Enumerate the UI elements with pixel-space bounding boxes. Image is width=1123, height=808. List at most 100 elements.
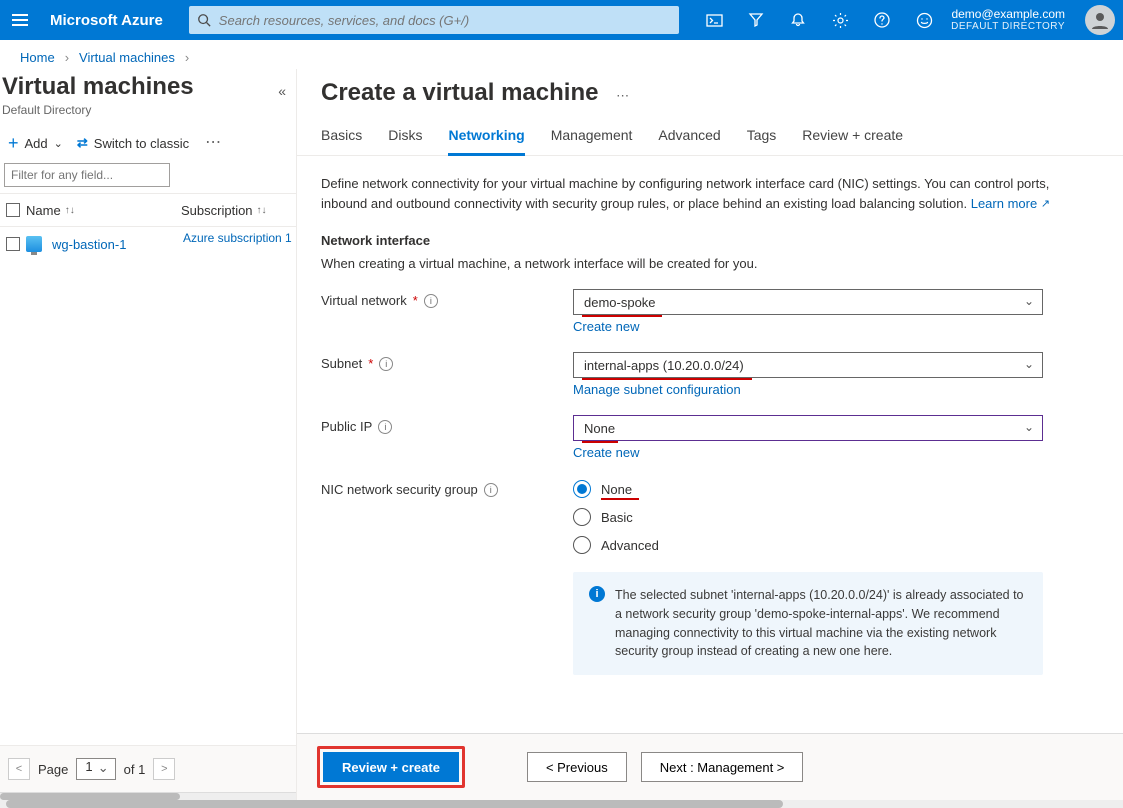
crumb-home[interactable]: Home (20, 50, 55, 65)
networking-description: Define network connectivity for your vir… (321, 174, 1061, 213)
avatar[interactable] (1085, 5, 1115, 35)
page-title: Create a virtual machine (321, 79, 598, 107)
wizard-tabs: Basics Disks Networking Management Advan… (297, 113, 1123, 156)
chevron-right-icon: › (185, 50, 189, 65)
radio-icon (573, 508, 591, 526)
vm-icon (26, 236, 42, 252)
blade-title: Virtual machines (0, 69, 296, 101)
chevron-down-icon: ⌄ (1024, 357, 1034, 371)
account-email: demo@example.com (951, 7, 1065, 21)
top-icons (695, 0, 943, 40)
vnet-select[interactable]: demo-spoke ⌄ (573, 289, 1043, 315)
nsg-info-banner: i The selected subnet 'internal-apps (10… (573, 572, 1043, 675)
chevron-down-icon: ⌄ (1024, 420, 1034, 434)
info-icon[interactable]: i (484, 483, 498, 497)
wizard-footer: Review + create < Previous Next : Manage… (297, 733, 1123, 800)
page-scrollbar[interactable] (0, 800, 1123, 808)
network-interface-sub: When creating a virtual machine, a netwo… (321, 256, 1099, 271)
subnet-select[interactable]: internal-apps (10.20.0.0/24) ⌄ (573, 352, 1043, 378)
tab-advanced[interactable]: Advanced (658, 127, 720, 155)
pager-page-label: Page (38, 762, 68, 777)
cloud-shell-icon[interactable] (695, 0, 733, 40)
tab-disks[interactable]: Disks (388, 127, 422, 155)
pager-prev[interactable]: < (8, 758, 30, 780)
radio-icon (573, 536, 591, 554)
tab-basics[interactable]: Basics (321, 127, 362, 155)
pager-of: of 1 (124, 762, 146, 777)
review-create-highlight: Review + create (317, 746, 465, 788)
next-button[interactable]: Next : Management > (641, 752, 804, 782)
vnet-create-new[interactable]: Create new (573, 319, 639, 334)
notifications-icon[interactable] (779, 0, 817, 40)
sort-icon: ↑↓ (257, 205, 267, 216)
more-icon[interactable]: ⋯ (616, 88, 631, 104)
help-icon[interactable] (863, 0, 901, 40)
crumb-vms[interactable]: Virtual machines (79, 50, 175, 65)
public-ip-select[interactable]: None ⌄ (573, 415, 1043, 441)
chevron-down-icon: ⌄ (1024, 294, 1034, 308)
chevron-down-icon: ⌄ (54, 137, 63, 150)
subnet-label: Subnet* i (321, 352, 573, 371)
table-header: Name ↑↓ Subscription ↑↓ (0, 193, 296, 227)
nsg-info-text: The selected subnet 'internal-apps (10.2… (615, 586, 1027, 661)
topbar: Microsoft Azure demo@example.com DEFAULT… (0, 0, 1123, 40)
create-vm-blade: Create a virtual machine ⋯ Basics Disks … (297, 69, 1123, 800)
network-interface-heading: Network interface (321, 233, 1099, 248)
info-icon: i (589, 586, 605, 602)
previous-button[interactable]: < Previous (527, 752, 627, 782)
pip-create-new[interactable]: Create new (573, 445, 639, 460)
column-name[interactable]: Name ↑↓ (26, 203, 181, 218)
public-ip-label: Public IP i (321, 415, 573, 434)
nsg-label: NIC network security group i (321, 478, 573, 497)
search-input[interactable] (217, 12, 671, 29)
breadcrumb: Home › Virtual machines › (0, 40, 1123, 69)
manage-subnet-link[interactable]: Manage subnet configuration (573, 382, 741, 397)
tab-management[interactable]: Management (551, 127, 633, 155)
directory-filter-icon[interactable] (737, 0, 775, 40)
info-icon[interactable]: i (379, 357, 393, 371)
menu-icon[interactable] (8, 8, 32, 32)
row-checkbox[interactable] (0, 237, 26, 251)
pager-next[interactable]: > (153, 758, 175, 780)
vm-name-link[interactable]: wg-bastion-1 (52, 237, 126, 252)
account-directory: DEFAULT DIRECTORY (951, 21, 1065, 33)
filter-input[interactable] (4, 163, 170, 187)
filter-wrap (4, 163, 170, 187)
column-subscription[interactable]: Subscription ↑↓ (181, 203, 296, 218)
swap-icon: ⇄ (77, 135, 88, 151)
info-icon[interactable]: i (378, 420, 392, 434)
feedback-icon[interactable] (905, 0, 943, 40)
sort-icon: ↑↓ (65, 205, 75, 216)
pager: < Page 1 of 1 > (0, 745, 296, 792)
blade-toolbar: + Add ⌄ ⇄ Switch to classic ⋯ (0, 131, 296, 161)
select-all-checkbox[interactable] (0, 203, 26, 217)
nsg-radio-none[interactable]: None (573, 480, 1043, 498)
learn-more-link[interactable]: Learn more ↗ (971, 196, 1050, 211)
add-label: Add (25, 136, 48, 151)
global-search[interactable] (189, 6, 679, 34)
account-info[interactable]: demo@example.com DEFAULT DIRECTORY (951, 7, 1069, 33)
review-create-button[interactable]: Review + create (323, 752, 459, 782)
chevron-right-icon: › (65, 50, 69, 65)
tab-networking[interactable]: Networking (448, 127, 524, 156)
search-icon (197, 13, 211, 27)
add-button[interactable]: + Add ⌄ (8, 136, 63, 151)
pager-page-select[interactable]: 1 (76, 758, 115, 780)
nsg-radio-advanced[interactable]: Advanced (573, 536, 1043, 554)
horizontal-scrollbar[interactable] (0, 792, 296, 800)
nsg-radio-basic[interactable]: Basic (573, 508, 1043, 526)
tab-review[interactable]: Review + create (802, 127, 903, 155)
settings-icon[interactable] (821, 0, 859, 40)
radio-icon (573, 480, 591, 498)
vm-list-blade: « Virtual machines Default Directory + A… (0, 69, 297, 800)
switch-label: Switch to classic (94, 136, 189, 151)
switch-classic-button[interactable]: ⇄ Switch to classic (77, 135, 189, 151)
info-icon[interactable]: i (424, 294, 438, 308)
collapse-icon[interactable]: « (278, 83, 286, 99)
blade-subtitle: Default Directory (0, 101, 296, 131)
tab-tags[interactable]: Tags (747, 127, 777, 155)
table-row[interactable]: wg-bastion-1 Azure subscription 1 (0, 227, 296, 261)
brand[interactable]: Microsoft Azure (50, 12, 163, 29)
subscription-link[interactable]: Azure subscription 1 (181, 229, 292, 259)
external-link-icon: ↗ (1041, 198, 1050, 210)
